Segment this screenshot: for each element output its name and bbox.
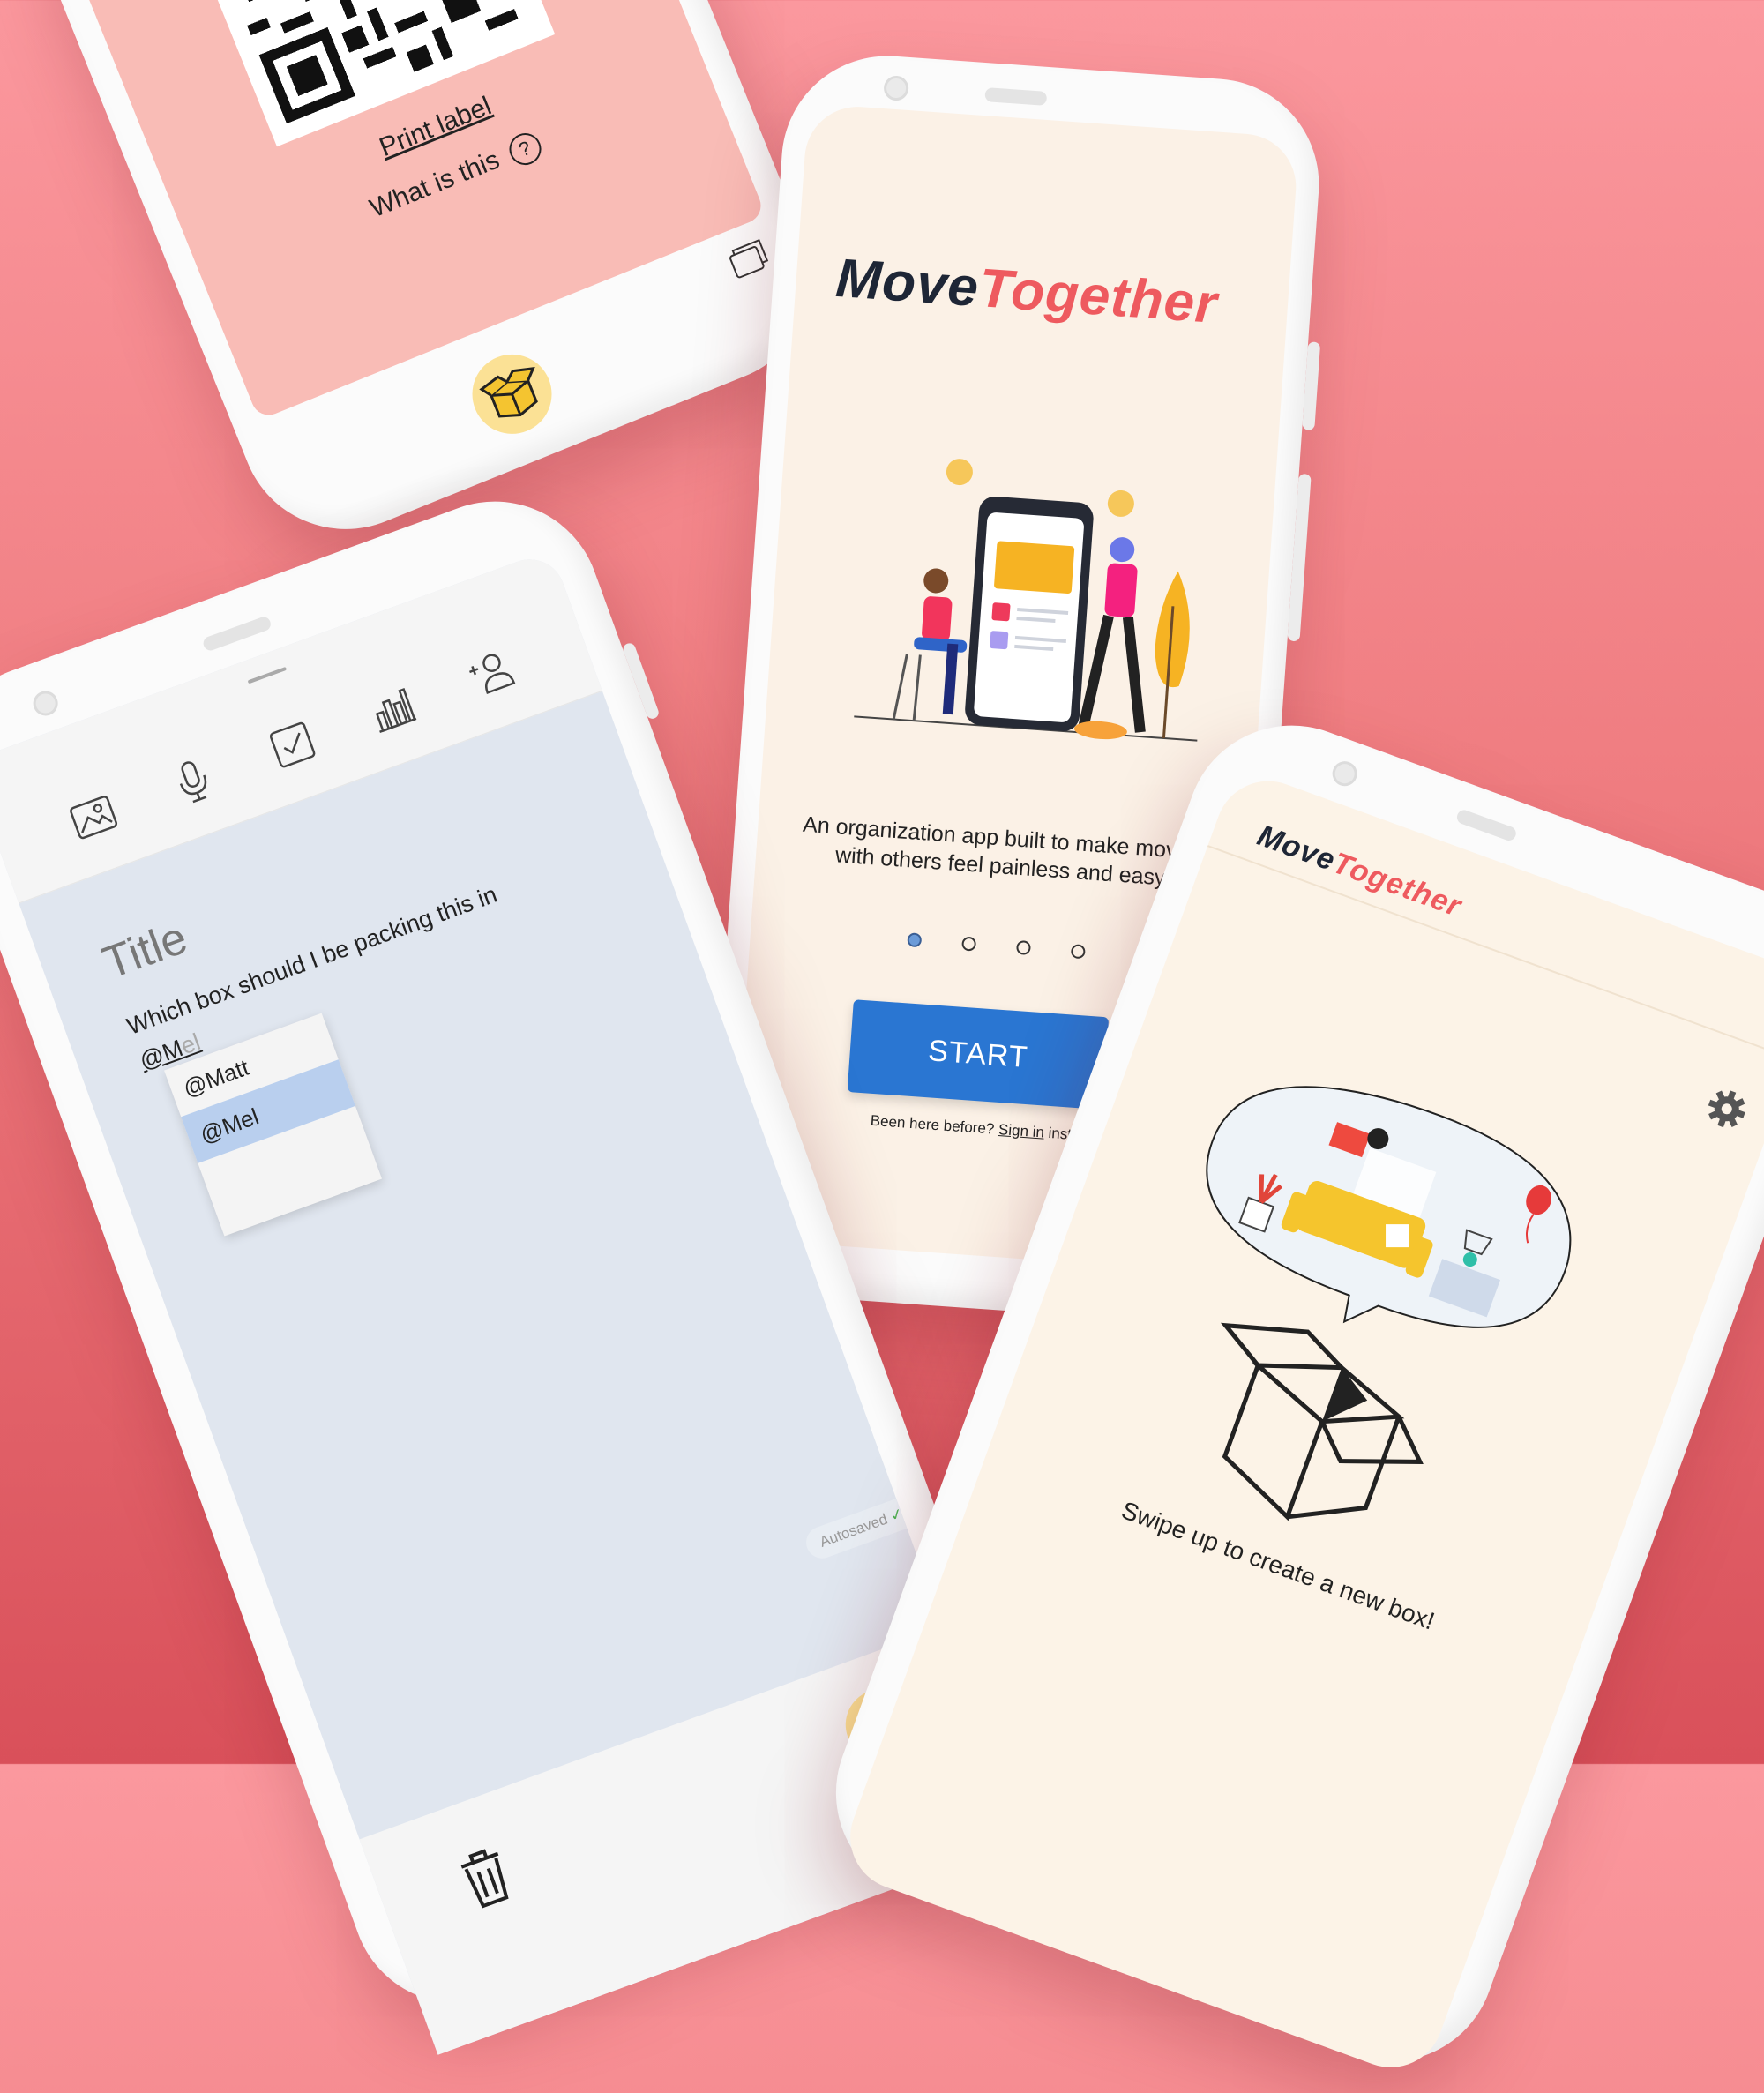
tagline: An organization app built to make moving… bbox=[802, 811, 1207, 891]
speaker-grille bbox=[984, 87, 1048, 106]
header-divider bbox=[1207, 845, 1764, 1061]
qr-code bbox=[164, 0, 556, 147]
front-camera bbox=[1328, 758, 1361, 790]
app-logo: MoveTogether bbox=[833, 247, 1220, 335]
trash-icon[interactable] bbox=[451, 1840, 521, 1916]
attachment-toolbar bbox=[0, 549, 603, 904]
drag-handle[interactable] bbox=[247, 666, 288, 684]
gear-icon[interactable] bbox=[1699, 1080, 1755, 1137]
microphone-icon[interactable] bbox=[161, 750, 225, 813]
page-dot-2[interactable] bbox=[961, 936, 977, 952]
note-title-input[interactable]: Title bbox=[96, 911, 194, 990]
page-dot-3[interactable] bbox=[1015, 939, 1032, 955]
open-box-icon bbox=[479, 367, 538, 418]
qr-screen: Print label What is this ? bbox=[27, 0, 766, 421]
checkbox-icon[interactable] bbox=[261, 714, 325, 777]
speaker-grille bbox=[1454, 808, 1518, 843]
volume-button bbox=[621, 641, 661, 721]
volume-button bbox=[1302, 341, 1321, 431]
phone-qr-label: Print label What is this ? bbox=[3, 0, 844, 562]
help-icon[interactable]: ? bbox=[504, 128, 546, 170]
image-icon[interactable] bbox=[62, 786, 125, 849]
box-fab-button[interactable] bbox=[460, 342, 564, 446]
chart-icon[interactable] bbox=[360, 677, 423, 741]
page-dot-4[interactable] bbox=[1070, 944, 1086, 960]
start-button[interactable]: START bbox=[847, 999, 1110, 1110]
page-dot-1[interactable] bbox=[907, 932, 923, 948]
speaker-grille bbox=[201, 615, 273, 653]
check-icon: ✓ bbox=[887, 1505, 906, 1525]
power-button bbox=[1287, 473, 1312, 642]
front-camera bbox=[883, 75, 910, 101]
app-logo: MoveTogether bbox=[1252, 819, 1467, 924]
add-person-icon[interactable] bbox=[460, 641, 523, 705]
autosave-badge: Autosaved ✓ bbox=[802, 1493, 922, 1563]
people-with-phone-illustration bbox=[854, 459, 1198, 742]
front-camera bbox=[29, 687, 62, 720]
stack-icon[interactable] bbox=[723, 236, 774, 284]
sign-in-link[interactable]: Sign in bbox=[998, 1121, 1044, 1141]
